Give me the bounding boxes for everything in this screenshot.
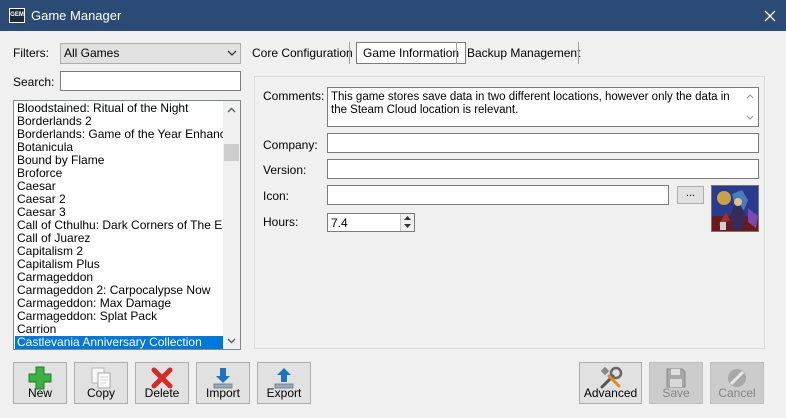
- filters-selected: All Games: [64, 46, 120, 60]
- scroll-up-icon: [227, 107, 236, 112]
- tab-game-information[interactable]: Game Information: [356, 42, 467, 64]
- copy-button[interactable]: Copy: [74, 362, 128, 404]
- close-icon: [764, 10, 776, 21]
- tab-core-configuration[interactable]: Core Configuration: [246, 42, 359, 64]
- game-list-item[interactable]: Carmageddon: Splat Pack: [15, 310, 223, 323]
- game-list-item[interactable]: Bloodstained: Ritual of the Night: [15, 102, 223, 115]
- game-list-item[interactable]: Carmageddon: Max Damage: [15, 297, 223, 310]
- export-button-label: Export: [266, 386, 302, 400]
- game-list-item[interactable]: Botanicula: [15, 141, 223, 154]
- comments-scrollbar[interactable]: [741, 88, 758, 126]
- game-list-scrollbar[interactable]: [223, 101, 240, 349]
- version-field[interactable]: [327, 159, 759, 179]
- title-bar: GEM Game Manager: [0, 0, 786, 31]
- hours-stepper-arrows[interactable]: [400, 214, 414, 231]
- cancel-button-label: Cancel: [718, 386, 756, 400]
- scroll-up-icon: [746, 94, 753, 99]
- company-label: Company:: [263, 138, 318, 152]
- hours-label: Hours:: [263, 215, 299, 229]
- game-list-item[interactable]: Carrion: [15, 323, 223, 336]
- filters-dropdown[interactable]: All Games: [60, 43, 241, 64]
- cancel-button[interactable]: Cancel: [710, 362, 764, 404]
- comments-text: This game stores save data in two differ…: [331, 91, 730, 116]
- tab-separator: [349, 42, 350, 64]
- game-artwork-icon: [712, 186, 758, 231]
- export-button[interactable]: Export: [257, 362, 311, 404]
- game-list-item[interactable]: Call of Cthulhu: Dark Corners of The Ear…: [15, 219, 223, 232]
- search-label: Search:: [13, 75, 55, 89]
- game-list-item[interactable]: Borderlands 2: [15, 115, 223, 128]
- import-button[interactable]: Import: [196, 362, 250, 404]
- comments-textarea[interactable]: This game stores save data in two differ…: [327, 87, 759, 127]
- advanced-button[interactable]: Advanced: [579, 362, 642, 404]
- version-label: Version:: [263, 163, 307, 177]
- caret-up-icon: [404, 216, 411, 220]
- tab-backup-management[interactable]: Backup Management: [461, 42, 586, 64]
- game-list-item[interactable]: Borderlands: Game of the Year Enhanced: [15, 128, 223, 141]
- scroll-down-icon: [227, 338, 236, 343]
- game-list-items: Bloodstained: Ritual of the Night Borderl…: [15, 102, 223, 349]
- import-button-label: Import: [205, 386, 240, 400]
- hours-value: 7.4: [331, 216, 348, 230]
- game-list-item[interactable]: Carmageddon: [15, 271, 223, 284]
- window-title: Game Manager: [31, 8, 122, 23]
- scroll-up-button[interactable]: [223, 101, 240, 118]
- advanced-button-label: Advanced: [583, 386, 638, 400]
- game-list-item[interactable]: Caesar 2: [15, 193, 223, 206]
- new-button[interactable]: New: [13, 362, 67, 404]
- game-list-item[interactable]: Capitalism Plus: [15, 258, 223, 271]
- browse-icon-button[interactable]: ...: [677, 186, 704, 204]
- scroll-down-icon: [746, 115, 753, 120]
- game-list[interactable]: Bloodstained: Ritual of the Night Borderl…: [13, 100, 241, 350]
- hours-increment[interactable]: [401, 214, 414, 222]
- icon-path-field[interactable]: [327, 185, 669, 205]
- hours-decrement[interactable]: [401, 222, 414, 230]
- tab-separator: [578, 42, 579, 64]
- delete-button-label: Delete: [144, 386, 180, 400]
- save-button[interactable]: Save: [649, 362, 703, 404]
- scroll-down-button[interactable]: [223, 332, 240, 349]
- comments-scroll-down[interactable]: [741, 109, 758, 126]
- new-button-label: New: [27, 386, 52, 400]
- chevron-down-icon: [227, 50, 237, 56]
- game-list-item[interactable]: Capitalism 2: [15, 245, 223, 258]
- scroll-thumb[interactable]: [224, 144, 239, 161]
- game-list-item[interactable]: Caesar: [15, 180, 223, 193]
- save-button-label: Save: [662, 386, 690, 400]
- tab-separator: [456, 42, 457, 64]
- game-list-item[interactable]: Broforce: [15, 167, 223, 180]
- company-field[interactable]: [327, 133, 759, 153]
- comments-label: Comments:: [263, 89, 325, 103]
- comments-scroll-up[interactable]: [741, 88, 758, 105]
- search-input[interactable]: [60, 71, 241, 91]
- game-list-item[interactable]: Call of Juarez: [15, 232, 223, 245]
- game-icon-preview: [711, 185, 759, 232]
- app-icon-text: GEM: [10, 12, 24, 18]
- game-list-item[interactable]: Caesar 3: [15, 206, 223, 219]
- app-icon: GEM: [9, 8, 25, 23]
- caret-down-icon: [404, 224, 411, 228]
- game-list-item[interactable]: Carmageddon 2: Carpocalypse Now: [15, 284, 223, 297]
- game-list-item[interactable]: Bound by Flame: [15, 154, 223, 167]
- delete-button[interactable]: Delete: [135, 362, 189, 404]
- game-list-item[interactable]: Castlevania Anniversary Collection: [15, 336, 223, 349]
- filters-label: Filters:: [13, 46, 49, 60]
- hours-stepper[interactable]: 7.4: [327, 213, 415, 232]
- close-button[interactable]: [754, 0, 786, 31]
- icon-label: Icon:: [263, 189, 290, 203]
- copy-button-label: Copy: [86, 386, 115, 400]
